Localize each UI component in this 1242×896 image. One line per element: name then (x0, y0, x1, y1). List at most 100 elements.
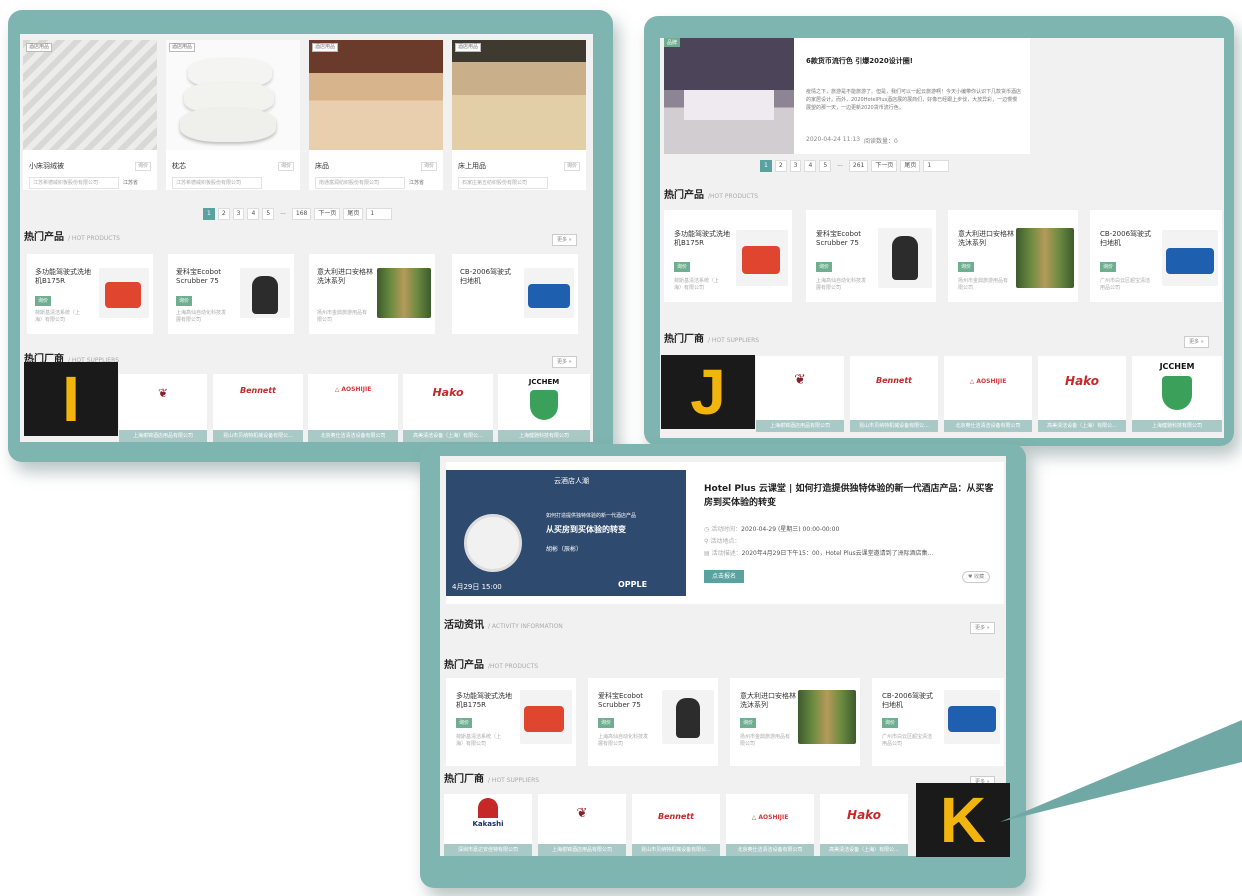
hot-product-card[interactable]: 爱科宝Ecobot Scrubber 75 询价 上海高仙自动化科技发展有限公司 (806, 210, 936, 302)
news-card[interactable]: 品牌 6款货币流行色 引爆2020设计圈! 疫情之下，旅游是不能旅游了。但是，我… (664, 38, 1030, 154)
page-select[interactable]: 1 (923, 160, 950, 172)
inquiry-button[interactable]: 询价 (740, 718, 757, 728)
inquiry-button[interactable]: 询价 (456, 718, 473, 728)
news-tag: 品牌 (664, 38, 681, 47)
event-title[interactable]: Hotel Plus 云课堂 | 如何打造提供独特体验的新一代酒店产品：从买客房… (704, 482, 998, 510)
page-2[interactable]: 2 (774, 160, 787, 172)
news-image (664, 38, 794, 154)
company-field: 南通富润纺织股份有限公司 (315, 177, 405, 189)
hot-product-card[interactable]: CB-2006驾驶式扫地机 询价 广州市白云区超宝清洁用品公司 (872, 678, 1004, 766)
inquiry-button[interactable]: 询价 (564, 162, 581, 171)
inquiry-button[interactable]: 询价 (816, 262, 833, 272)
company-field: 江苏希德威织板股份有限公司 (172, 177, 262, 189)
supplier-name: 北京奥仕洁清洁设备有限公司 (308, 430, 398, 442)
inquiry-button[interactable]: 询价 (176, 296, 193, 306)
supplier-card[interactable]: Bennett 昆山市贝纳特机械设备有限公... (213, 374, 303, 442)
kakashi-mark-icon (478, 798, 498, 818)
hot-product-card[interactable]: 意大利进口安格林洗沐系列 扬州市金鼎旅游用品有限公司 (309, 254, 435, 334)
aoshijie-logo: △ AOSHIJIE (969, 378, 1007, 385)
product-card[interactable]: 酒店用品 枕芯 询价 江苏希德威织板股份有限公司 (166, 40, 300, 190)
poster-line1: 如何打造提供独特体验的新一代酒店产品 (546, 513, 637, 519)
page-select[interactable]: 1 (366, 208, 393, 220)
next-page-button[interactable]: 下一页 (871, 160, 898, 172)
supplier-card[interactable]: JCCHEM 上海健驰科技有限公司 (498, 374, 590, 442)
event-card[interactable]: 云酒店人潮 如何打造提供独特体验的新一代酒店产品 从买房到买体验的转变 胡彬（辰… (446, 462, 1004, 604)
page-4[interactable]: 4 (804, 160, 817, 172)
supplier-card[interactable]: △ AOSHIJIE 北京奥仕洁清洁设备有限公司 (944, 356, 1032, 432)
inquiry-button[interactable]: 询价 (278, 162, 295, 171)
hot-product-card[interactable]: 意大利进口安格林洗沐系列 询价 扬州市金鼎旅游用品有限公司 (730, 678, 860, 766)
jc-shield-icon (530, 390, 558, 420)
inquiry-button[interactable]: 询价 (1100, 262, 1117, 272)
news-views: 阅读数量：0 (864, 138, 898, 145)
signup-button[interactable]: 点击报名 (704, 570, 745, 583)
last-page-button[interactable]: 尾页 (343, 208, 364, 220)
jcchem-logo: JCCHEM (1159, 362, 1195, 371)
supplier-name: 高美清洁设备（上海）有限公... (1038, 420, 1126, 432)
supplier-card[interactable]: △ AOSHIJIE 北京奥仕洁清洁设备有限公司 (726, 794, 814, 856)
product-card[interactable]: 酒店用品 小床羽绒被 询价 江苏希德威织板股份有限公司 江苏省 (23, 40, 157, 190)
product-card[interactable]: 酒店用品 床上用品 询价 石家庄第五纺织股份有限公司 (452, 40, 586, 190)
hot-products-heading: 热门产品 / HOT PRODUCTS (24, 232, 120, 243)
hot-product-card[interactable]: 多功能驾驶式洗地机B175R 询价 荷斯基清洁系统（上海）有限公司 (664, 210, 792, 302)
hot-product-card[interactable]: 多功能驾驶式洗地机B175R 询价 荷斯基清洁系统（上海）有限公司 (27, 254, 153, 334)
more-button[interactable]: 更多 » (970, 622, 995, 634)
hot-product-name: 爱科宝Ecobot Scrubber 75 (176, 268, 222, 285)
supplier-card[interactable]: ❦ 上海谢锦酒店用品有限公司 (119, 374, 207, 442)
supplier-card[interactable]: Bennett 昆山市贝纳特机械设备有限公... (850, 356, 938, 432)
last-page-button[interactable]: 尾页 (900, 160, 921, 172)
news-title[interactable]: 6款货币流行色 引爆2020设计圈! (806, 56, 913, 66)
supplier-card[interactable]: JCCHEM 上海健驰科技有限公司 (1132, 356, 1222, 432)
hot-product-company: 广州市白云区超宝清洁用品公司 (882, 734, 933, 747)
page-1[interactable]: 1 (203, 208, 215, 220)
favorite-button[interactable]: ♥ 收藏 (962, 571, 991, 583)
page-1[interactable]: 1 (760, 160, 772, 172)
product-card[interactable]: 酒店用品 床品 询价 南通富润纺织股份有限公司 江苏省 (309, 40, 443, 190)
aoshijie-logo: △ AOSHIJIE (751, 814, 789, 821)
page-2[interactable]: 2 (217, 208, 230, 220)
supplier-card[interactable]: Hako 高美清洁设备（上海）有限公... (1038, 356, 1126, 432)
next-page-button[interactable]: 下一页 (314, 208, 341, 220)
inquiry-button[interactable]: 询价 (421, 162, 438, 171)
more-button[interactable]: 更多 » (1184, 336, 1209, 348)
supplier-card[interactable]: Hako 高美清洁设备（上海）有限公... (403, 374, 493, 442)
hot-product-name: 意大利进口安格林洗沐系列 (317, 268, 373, 285)
supplier-card[interactable]: Bennett 昆山市贝纳特机械设备有限公... (632, 794, 720, 856)
supplier-card[interactable]: Hako 高美清洁设备（上海）有限公... (820, 794, 908, 856)
supplier-name: 上海谢锦酒店用品有限公司 (119, 430, 207, 442)
supplier-card[interactable]: ❦ 上海谢锦酒店用品有限公司 (538, 794, 626, 856)
inquiry-button[interactable]: 询价 (882, 718, 899, 728)
page-5[interactable]: 5 (262, 208, 275, 220)
hot-product-company: 荷斯基清洁系统（上海）有限公司 (35, 310, 81, 323)
inquiry-button[interactable]: 询价 (674, 262, 691, 272)
poster-brand: 云酒店人潮 (554, 477, 589, 485)
page-3[interactable]: 3 (232, 208, 245, 220)
inquiry-button[interactable]: 询价 (35, 296, 52, 306)
pagination: 1 2 3 4 5 ... 168 下一页 尾页 1 (203, 208, 393, 220)
hot-product-card[interactable]: 爱科宝Ecobot Scrubber 75 询价 上海高仙自动化科技发展有限公司 (168, 254, 294, 334)
hot-product-card[interactable]: CB-2006驾驶式扫地机 (452, 254, 578, 334)
page-4[interactable]: 4 (247, 208, 260, 220)
inquiry-button[interactable]: 询价 (958, 262, 975, 272)
inquiry-button[interactable]: 询价 (135, 162, 152, 171)
hot-product-card[interactable]: 爱科宝Ecobot Scrubber 75 询价 上海高仙自动化科技发展有限公司 (588, 678, 718, 766)
page-last-number[interactable]: 261 (848, 160, 869, 172)
more-button[interactable]: 更多 » (552, 234, 577, 246)
more-button[interactable]: 更多 » (552, 356, 577, 368)
hot-product-card[interactable]: CB-2006驾驶式扫地机 询价 广州市白云区超宝清洁用品公司 (1090, 210, 1222, 302)
supplier-card[interactable]: Kakashi 深圳市嘉达安佳特有限公司 (444, 794, 532, 856)
supplier-name: 上海健驰科技有限公司 (498, 430, 590, 442)
page-last-number[interactable]: 168 (291, 208, 312, 220)
hot-product-card[interactable]: 多功能驾驶式洗地机B175R 询价 荷斯基清洁系统（上海）有限公司 (446, 678, 576, 766)
label-badge-j: J (661, 355, 755, 429)
page-5[interactable]: 5 (819, 160, 832, 172)
inquiry-button[interactable]: 询价 (598, 718, 615, 728)
supplier-card[interactable]: ❦ 上海谢锦酒店用品有限公司 (756, 356, 844, 432)
supplier-name: 上海健驰科技有限公司 (1132, 420, 1222, 432)
hot-product-card[interactable]: 意大利进口安格林洗沐系列 询价 扬州市金鼎旅游用品有限公司 (948, 210, 1078, 302)
supplier-card[interactable]: △ AOSHIJIE 北京奥仕洁清洁设备有限公司 (308, 374, 398, 442)
page-3[interactable]: 3 (789, 160, 802, 172)
pagination: 1 2 3 4 5 ... 261 下一页 尾页 1 (760, 160, 950, 172)
pointer-arrow-shape (1000, 720, 1242, 822)
hot-product-name: 意大利进口安格林洗沐系列 (740, 692, 796, 709)
